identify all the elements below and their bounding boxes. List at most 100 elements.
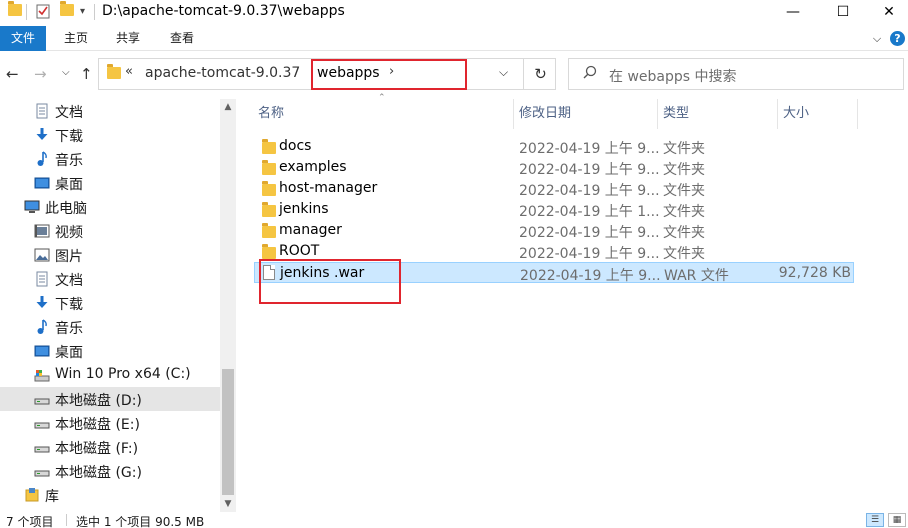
sidebar-item[interactable]: 文档 [0,99,220,123]
folder-icon [262,223,276,242]
sidebar-item-label: 视频 [55,225,83,241]
address-dropdown-icon[interactable]: ⌵ [499,65,508,80]
desktop-icon [34,343,50,359]
scroll-down-icon[interactable]: ▼ [220,496,236,512]
sidebar-item[interactable]: 文档 [0,267,220,291]
downloads-icon [34,127,50,143]
sort-ascending-icon: ⌃ [378,93,386,103]
help-icon[interactable]: ? [890,31,905,46]
sidebar-item[interactable]: 此电脑 [0,195,220,219]
annotation-highlight-address [311,59,467,90]
sidebar-item-label: 本地磁盘 (F:) [55,441,139,457]
folder-icon [107,64,121,83]
downloads-icon [34,295,50,311]
navigation-pane: 文档 下载 音乐 桌面 此电脑 视频 图片 文档 下载 音乐 桌面 Win 10 Pro x64 (C… [0,99,236,512]
tab-home[interactable]: 主页 [56,26,96,51]
file-row[interactable]: jenkins 2022-04-19 上午 1... 文件夹 [254,199,854,220]
sidebar-item[interactable]: 图片 [0,243,220,267]
sidebar-item[interactable]: 音乐 [0,315,220,339]
sidebar-item[interactable]: 下载 [0,291,220,315]
tab-share[interactable]: 共享 [108,26,148,51]
file-type: WAR 文件 [664,268,729,284]
sidebar-item-label: 桌面 [55,177,83,193]
file-name: jenkins [279,201,329,217]
drive-icon [34,439,50,455]
sidebar-item[interactable]: 桌面 [0,171,220,195]
overflow-chevron-icon[interactable]: « [125,64,133,79]
column-divider[interactable] [513,99,514,129]
file-date: 2022-04-19 上午 9... [519,246,660,262]
sidebar-item[interactable]: 视频 [0,219,220,243]
file-type: 文件夹 [663,183,705,199]
sidebar-item-label: 下载 [55,297,83,313]
sidebar-item-label: 音乐 [55,321,83,337]
search-box[interactable]: 在 webapps 中搜索 [568,58,904,90]
expand-ribbon-icon[interactable]: ⌵ [868,26,886,51]
up-button[interactable]: ↑ [80,65,93,83]
column-header-date[interactable]: 修改日期 [519,99,571,129]
tab-file[interactable]: 文件 [0,26,46,51]
maximize-button[interactable]: ☐ [820,0,866,26]
sidebar-item[interactable]: 本地磁盘 (E:) [0,411,220,435]
file-name: host-manager [279,180,378,196]
scroll-up-icon[interactable]: ▲ [220,99,236,115]
sidebar-item[interactable]: 音乐 [0,147,220,171]
sidebar-item[interactable]: 本地磁盘 (F:) [0,435,220,459]
back-button[interactable]: ← [6,65,19,83]
breadcrumb-parent[interactable]: apache-tomcat-9.0.37 [145,65,300,81]
file-type: 文件夹 [663,204,705,220]
tab-view[interactable]: 查看 [162,26,202,51]
column-header-size[interactable]: 大小 [783,99,809,129]
divider [26,4,27,20]
nav-scrollbar[interactable]: ▲ ▼ [220,99,236,512]
recent-locations-button[interactable]: ⌵ [62,67,70,78]
sidebar-item[interactable]: 库 [0,483,220,507]
sidebar-item[interactable]: Win 10 Pro x64 (C:) [0,363,220,387]
file-row[interactable]: docs 2022-04-19 上午 9... 文件夹 [254,136,854,157]
title-bar: ▾ D:\apache-tomcat-9.0.37\webapps — ☐ ✕ [0,0,908,26]
column-divider[interactable] [657,99,658,129]
file-type: 文件夹 [663,225,705,241]
sidebar-item-label: 图片 [55,249,83,265]
music-icon [34,319,50,335]
file-row[interactable]: examples 2022-04-19 上午 9... 文件夹 [254,157,854,178]
close-button[interactable]: ✕ [866,0,908,26]
sidebar-item[interactable]: 桌面 [0,339,220,363]
sidebar-item[interactable]: 本地磁盘 (D:) [0,387,220,411]
column-divider[interactable] [857,99,858,129]
sidebar-item-label: 本地磁盘 (G:) [55,465,142,481]
file-type: 文件夹 [663,141,705,157]
selection-info: 选中 1 个项目 90.5 MB [76,515,205,528]
file-row[interactable]: manager 2022-04-19 上午 9... 文件夹 [254,220,854,241]
quick-access-dropdown-icon[interactable]: ▾ [80,6,85,17]
properties-icon[interactable] [36,3,50,19]
sidebar-item-label: 音乐 [55,153,83,169]
new-folder-icon[interactable] [60,1,74,20]
folder-icon [262,160,276,179]
folder-icon [262,202,276,221]
folder-icon [8,1,22,20]
scroll-thumb[interactable] [222,369,234,495]
refresh-button[interactable]: ↻ [523,59,557,89]
sidebar-item-label: 文档 [55,105,83,121]
sidebar-item-label: 桌面 [55,345,83,361]
documents-icon [34,103,50,119]
column-divider[interactable] [777,99,778,129]
drive-icon [34,415,50,431]
minimize-button[interactable]: — [770,0,816,26]
sidebar-item[interactable]: 本地磁盘 (G:) [0,459,220,483]
sidebar-item-label: 文档 [55,273,83,289]
large-icons-view-icon[interactable]: ▦ [888,513,906,527]
details-view-icon[interactable]: ☰ [866,513,884,527]
file-row[interactable]: host-manager 2022-04-19 上午 9... 文件夹 [254,178,854,199]
column-header-type[interactable]: 类型 [663,99,689,129]
file-type: 文件夹 [663,162,705,178]
file-date: 2022-04-19 上午 1... [519,204,660,220]
sidebar-item[interactable]: 下载 [0,123,220,147]
file-type: 文件夹 [663,246,705,262]
file-date: 2022-04-19 上午 9... [519,183,660,199]
column-header-name[interactable]: 名称 [258,99,284,129]
forward-button[interactable]: → [34,65,47,83]
this-pc-icon [24,199,40,215]
file-name: ROOT [279,243,320,259]
